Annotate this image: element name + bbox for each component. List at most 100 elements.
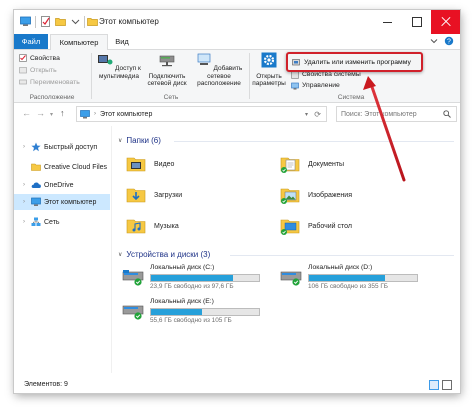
window-title: Этот компьютер <box>99 17 159 26</box>
folder-item-downloads[interactable]: Загрузки <box>126 183 266 209</box>
nav-item-label: Creative Cloud Files <box>44 163 108 171</box>
tiles-view-icon[interactable] <box>442 380 452 390</box>
pictures-folder-icon <box>280 188 300 204</box>
folder-name: Загрузки <box>154 192 183 199</box>
folders-section-header[interactable]: ∨ Папки (6) <box>118 136 161 145</box>
help-icon[interactable]: ? <box>444 36 454 46</box>
nav-item-creative-cloud[interactable]: Creative Cloud Files <box>14 159 110 175</box>
open-settings-button[interactable]: Открыть параметры <box>251 52 287 88</box>
star-icon <box>31 142 41 152</box>
item-count: Элементов: 9 <box>24 380 68 388</box>
drive-item-e[interactable]: Локальный диск (E:) 55,6 ГБ свободно из … <box>122 298 267 326</box>
chevron-down-icon[interactable]: ∨ <box>118 137 122 144</box>
manage-icon <box>291 82 299 89</box>
drive-space-info: 55,6 ГБ свободно из 105 ГБ <box>150 317 232 324</box>
search-icon <box>443 110 451 118</box>
forward-arrow-icon[interactable]: → <box>36 108 45 118</box>
folder-icon <box>87 18 98 26</box>
rename-label: Переименовать <box>30 78 80 86</box>
new-folder-icon[interactable] <box>55 16 66 27</box>
properties-icon[interactable] <box>40 16 51 27</box>
hard-drive-icon <box>122 270 144 286</box>
svg-text:?: ? <box>447 39 451 46</box>
properties-button[interactable]: Свойства <box>19 53 60 63</box>
search-placeholder: Поиск: Этот компьютер <box>341 110 417 118</box>
drives-header-label: Устройства и диски (3) <box>126 250 211 259</box>
search-input[interactable]: Поиск: Этот компьютер <box>336 106 457 122</box>
chevron-right-icon[interactable]: › <box>20 219 28 225</box>
music-folder-icon <box>126 219 146 234</box>
open-button[interactable]: Открыть <box>19 65 57 75</box>
tab-file[interactable]: Файл <box>14 34 48 49</box>
address-bar[interactable]: › Этот компьютер ▾ ⟳ <box>76 106 327 122</box>
drive-item-d[interactable]: Локальный диск (D:) 106 ГБ свободно из 3… <box>280 264 425 292</box>
drives-section-header[interactable]: ∨ Устройства и диски (3) <box>118 250 210 259</box>
folder-item-documents[interactable]: Документы <box>280 152 420 178</box>
navigation-bar: ← → ▾ ↑ › Этот компьютер ▾ ⟳ Поиск: Этот… <box>14 103 460 125</box>
chevron-right-icon[interactable]: › <box>20 182 28 188</box>
folder-item-music[interactable]: Музыка <box>126 214 266 240</box>
recent-dropdown-icon[interactable]: ▾ <box>50 111 53 118</box>
network-icon <box>31 217 41 226</box>
drive-usage-bar <box>308 274 418 282</box>
map-drive-label: Подключить сетевой диск <box>147 72 187 88</box>
computer-icon <box>20 16 31 26</box>
video-folder-icon <box>126 157 146 172</box>
chevron-right-icon[interactable]: › <box>20 144 28 150</box>
map-drive-button[interactable]: Подключить сетевой диск <box>142 52 192 88</box>
tab-computer[interactable]: Компьютер <box>50 34 108 51</box>
minimize-button[interactable] <box>373 10 402 34</box>
hard-drive-icon <box>122 305 144 320</box>
drive-item-c[interactable]: Локальный диск (C:) 23,9 ГБ свободно из … <box>122 264 267 292</box>
back-arrow-icon[interactable]: ← <box>22 108 31 118</box>
group-label-location: Расположение <box>29 94 75 101</box>
drive-name: Локальный диск (C:) <box>150 264 215 271</box>
desktop-folder-icon <box>280 219 300 235</box>
navigation-pane: › Быстрый доступ Creative Cloud Files › … <box>14 126 110 373</box>
manage-button[interactable]: Управление <box>291 81 340 90</box>
properties-label: Свойства <box>30 54 60 62</box>
computer-icon <box>80 109 90 118</box>
address-dropdown-icon[interactable]: ▾ <box>305 111 308 118</box>
manage-label: Управление <box>302 82 340 89</box>
folder-item-desktop[interactable]: Рабочий стол <box>280 214 420 240</box>
close-button[interactable] <box>431 10 460 34</box>
nav-item-network[interactable]: › Сеть <box>14 214 110 230</box>
hard-drive-icon <box>280 271 302 286</box>
drive-usage-bar <box>150 308 260 316</box>
title-bar: Этот компьютер <box>14 10 460 34</box>
tab-view[interactable]: Вид <box>108 34 136 49</box>
downloads-folder-icon <box>126 188 146 203</box>
refresh-icon[interactable]: ⟳ <box>314 110 321 119</box>
details-view-icon[interactable] <box>429 380 439 390</box>
chevron-down-icon[interactable]: ∨ <box>118 251 122 258</box>
folder-item-pictures[interactable]: Изображения <box>280 183 420 209</box>
gear-icon <box>261 52 277 68</box>
drive-name: Локальный диск (D:) <box>308 264 373 271</box>
chevron-down-icon[interactable] <box>429 36 439 46</box>
open-label: Открыть <box>30 66 57 74</box>
cloud-icon <box>31 182 41 188</box>
add-location-label: Добавить сетевое расположение <box>197 65 243 87</box>
nav-item-label: OneDrive <box>44 181 74 189</box>
folder-item-video[interactable]: Видео <box>126 152 266 178</box>
folder-name: Музыка <box>154 223 179 230</box>
dropdown-icon[interactable] <box>70 16 81 27</box>
status-bar: Элементов: 9 <box>14 375 460 393</box>
network-drive-icon <box>159 55 175 67</box>
nav-item-onedrive[interactable]: › OneDrive <box>14 177 110 193</box>
uninstall-program-button[interactable]: Удалить или изменить программу <box>286 52 423 72</box>
open-settings-label: Открыть параметры <box>252 72 286 88</box>
documents-folder-icon <box>280 157 300 173</box>
nav-item-label: Этот компьютер <box>44 198 97 206</box>
add-location-button[interactable]: Добавить сетевое расположение <box>190 52 248 88</box>
nav-item-label: Сеть <box>44 218 60 226</box>
maximize-button[interactable] <box>402 10 431 34</box>
breadcrumb-separator-icon: › <box>94 111 96 117</box>
rename-button[interactable]: Переименовать <box>19 77 80 87</box>
up-arrow-icon[interactable]: ↑ <box>60 108 65 118</box>
media-access-button[interactable]: Доступ к мультимедиа <box>94 52 144 80</box>
nav-item-this-pc[interactable]: › Этот компьютер <box>14 194 110 210</box>
chevron-right-icon[interactable]: › <box>20 199 28 205</box>
nav-item-quick-access[interactable]: › Быстрый доступ <box>14 139 110 155</box>
